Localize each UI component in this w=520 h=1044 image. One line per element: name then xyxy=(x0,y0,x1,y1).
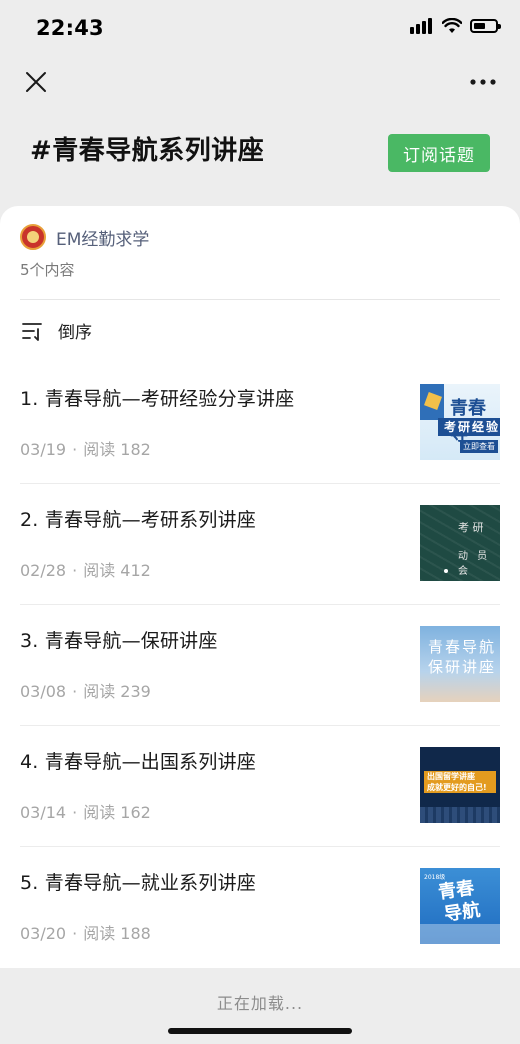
signal-icon xyxy=(410,18,434,34)
article-reads: 阅读 162 xyxy=(83,803,151,822)
article-reads: 阅读 412 xyxy=(83,561,151,580)
article-reads: 阅读 182 xyxy=(83,440,151,459)
meta-separator: · xyxy=(72,440,78,459)
home-indicator[interactable] xyxy=(168,1028,352,1034)
divider xyxy=(20,299,500,300)
thumb-text: 成就更好的自己! xyxy=(427,783,487,792)
thumb-text: 保研讲座 xyxy=(428,658,497,676)
battery-icon xyxy=(470,19,501,33)
more-button[interactable] xyxy=(468,68,498,96)
list-item[interactable]: 4. 青春导航—出国系列讲座 03/14 · 阅读 162 出国留学讲座 成就更好的… xyxy=(0,725,520,846)
status-bar: 22:43 xyxy=(0,0,520,58)
sort-icon xyxy=(22,322,42,341)
list-item[interactable]: 5. 青春导航—就业系列讲座 03/20 · 阅读 188 2018级 青春 导航 xyxy=(0,846,520,967)
status-icons xyxy=(410,18,501,34)
meta-separator: · xyxy=(72,682,78,701)
article-meta: 02/28 · 阅读 412 xyxy=(20,557,151,581)
list-item[interactable]: 3. 青春导航—保研讲座 03/08 · 阅读 239 青春导航 保研讲座 xyxy=(0,604,520,725)
thumb-text: 青春导航 xyxy=(428,638,497,656)
status-time: 22:43 xyxy=(36,16,104,40)
content-card: EM经勤求学 5个内容 倒序 1. 青春导航—考研经验分享讲座 03/19 · 阅读… xyxy=(0,206,520,968)
meta-separator: · xyxy=(72,803,78,822)
article-thumbnail: 青春导 考研经验 立即查看 xyxy=(420,384,500,460)
thumb-text: 出国留学讲座 xyxy=(427,772,475,781)
meta-separator: · xyxy=(72,561,78,580)
list-item[interactable]: 1. 青春导航—考研经验分享讲座 03/19 · 阅读 182 青春导 考研经验 立… xyxy=(0,362,520,483)
article-meta: 03/19 · 阅读 182 xyxy=(20,436,151,460)
thumb-text: 导航 xyxy=(442,899,482,926)
article-reads: 阅读 188 xyxy=(83,924,151,943)
close-icon xyxy=(26,72,46,92)
article-title: 2. 青春导航—考研系列讲座 xyxy=(20,509,256,531)
article-date: 03/08 xyxy=(20,682,67,701)
close-button[interactable] xyxy=(22,68,50,96)
content-count: 5个内容 xyxy=(20,261,75,279)
loading-indicator: 正在加载... xyxy=(216,994,304,1013)
wifi-icon xyxy=(442,18,462,33)
sort-toggle[interactable]: 倒序 xyxy=(22,318,92,343)
article-title: 3. 青春导航—保研讲座 xyxy=(20,630,218,652)
thumb-text: 立即查看 xyxy=(460,440,498,453)
sort-label: 倒序 xyxy=(58,323,92,343)
article-meta: 03/14 · 阅读 162 xyxy=(20,799,151,823)
page-title: #青春导航系列讲座 xyxy=(30,136,265,166)
article-reads: 阅读 239 xyxy=(83,682,151,701)
more-icon xyxy=(470,79,496,85)
article-list: 1. 青春导航—考研经验分享讲座 03/19 · 阅读 182 青春导 考研经验 立… xyxy=(0,362,520,967)
avatar xyxy=(20,224,46,250)
article-thumbnail: 出国留学讲座 成就更好的自己! xyxy=(420,747,500,823)
article-thumbnail: 考 研 动 员 会 xyxy=(420,505,500,581)
thumb-text: 考研经验 xyxy=(438,418,500,436)
article-meta: 03/20 · 阅读 188 xyxy=(20,920,151,944)
article-title: 1. 青春导航—考研经验分享讲座 xyxy=(20,388,295,410)
article-title: 4. 青春导航—出国系列讲座 xyxy=(20,751,256,773)
thumb-text: 考 研 xyxy=(458,521,484,534)
article-thumbnail: 2018级 青春 导航 xyxy=(420,868,500,944)
subscribe-topic-button[interactable]: 订阅话题 xyxy=(388,134,490,172)
article-date: 03/20 xyxy=(20,924,67,943)
article-date: 03/19 xyxy=(20,440,67,459)
list-item[interactable]: 2. 青春导航—考研系列讲座 02/28 · 阅读 412 考 研 动 员 会 xyxy=(0,483,520,604)
account-row[interactable]: EM经勤求学 xyxy=(20,224,149,250)
article-date: 03/14 xyxy=(20,803,67,822)
thumb-text: 动 员 会 xyxy=(458,551,491,577)
article-meta: 03/08 · 阅读 239 xyxy=(20,678,151,702)
article-title: 5. 青春导航—就业系列讲座 xyxy=(20,872,256,894)
article-date: 02/28 xyxy=(20,561,67,580)
meta-separator: · xyxy=(72,924,78,943)
account-name: EM经勤求学 xyxy=(56,229,150,250)
article-thumbnail: 青春导航 保研讲座 xyxy=(420,626,500,702)
